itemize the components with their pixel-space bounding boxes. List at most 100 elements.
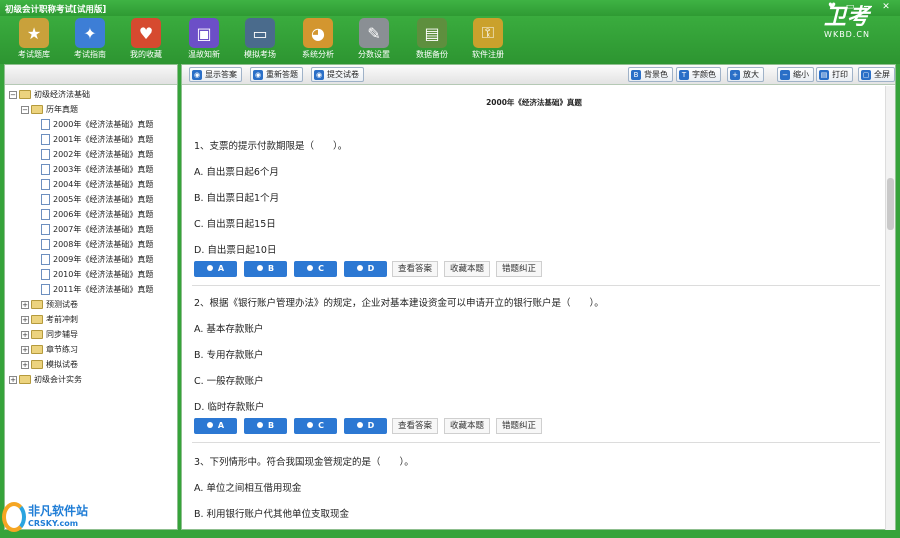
submit-button[interactable]: ◉ 提交试卷 xyxy=(311,67,364,82)
answer-option[interactable]: C. 自出票日起15日 xyxy=(194,216,276,230)
show-answer-button[interactable]: ◉ 显示答案 xyxy=(189,67,242,82)
answer-choice-button[interactable]: B xyxy=(244,418,287,434)
question-content: 2000年《经济法基础》真题 1、支票的提示付款期限是（ ）。 A. 自出票日起6… xyxy=(182,86,886,530)
tree-node[interactable]: 2008年《经济法基础》真题 xyxy=(41,237,153,252)
answer-option[interactable]: B. 利用银行账户代其他单位支取现金 xyxy=(194,506,349,520)
glyph: ⚿ xyxy=(481,23,495,42)
favorite-question-button[interactable]: 收藏本题 xyxy=(444,418,490,434)
toolbar-cubes-button[interactable]: ▣ 温故知新 xyxy=(176,18,232,60)
toolbar-pie-chart-button[interactable]: ◕ 系统分析 xyxy=(290,18,346,60)
tree-node[interactable]: 2001年《经济法基础》真题 xyxy=(41,132,153,147)
tree-node[interactable]: − 初级经济法基础 xyxy=(9,87,90,102)
toolbar-favorite-box-button[interactable]: ♥ 我的收藏 xyxy=(118,18,174,60)
answer-option[interactable]: B. 专用存款账户 xyxy=(194,347,264,361)
tree-node[interactable]: + 初级会计实务 xyxy=(9,372,82,387)
print-button[interactable]: ▤ 打印 xyxy=(816,67,853,82)
toolbar-compass-button[interactable]: ✦ 考试指南 xyxy=(62,18,118,60)
zoom-out-button[interactable]: − 缩小 xyxy=(777,67,814,82)
answer-choice-button[interactable]: B xyxy=(244,261,287,277)
tree-node[interactable]: + 考前冲刺 xyxy=(21,312,78,327)
brand-logo-text: 卫考 xyxy=(823,5,870,30)
brand-logo: 卫考 WKBD.CN xyxy=(823,5,870,40)
toolbar-button-label: 重新答题 xyxy=(266,70,298,79)
answer-choice-button[interactable]: C xyxy=(294,418,337,434)
toolbar-lock-button[interactable]: ⚿ 软件注册 xyxy=(460,18,516,60)
answer-option[interactable]: D. 自出票日起10日 xyxy=(194,242,276,256)
tree-node[interactable]: 2002年《经济法基础》真题 xyxy=(41,147,153,162)
tree-node[interactable]: 2005年《经济法基础》真题 xyxy=(41,192,153,207)
toolbar-button-label: 缩小 xyxy=(793,70,809,79)
tree-node[interactable]: 2007年《经济法基础》真题 xyxy=(41,222,153,237)
tree-expand-toggle[interactable]: + xyxy=(9,375,17,384)
tree-node[interactable]: 2003年《经济法基础》真题 xyxy=(41,162,153,177)
tree-node[interactable]: 2006年《经济法基础》真题 xyxy=(41,207,153,222)
tree-node[interactable]: − 历年真题 xyxy=(21,102,78,117)
tree-node[interactable]: + 章节练习 xyxy=(21,342,78,357)
report-error-button[interactable]: 错题纠正 xyxy=(496,418,542,434)
document-icon xyxy=(41,254,50,265)
toolbar-tools-button[interactable]: ✎ 分数设置 xyxy=(346,18,402,60)
tree-node[interactable]: 2011年《经济法基础》真题 xyxy=(41,282,153,297)
vertical-scrollbar[interactable] xyxy=(885,86,895,530)
toolbar-label: 考试指南 xyxy=(74,50,106,59)
answer-option[interactable]: C. 一般存款账户 xyxy=(194,373,264,387)
question-divider xyxy=(192,442,880,443)
tree-expand-toggle[interactable]: + xyxy=(21,345,29,354)
tree-node-label: 2010年《经济法基础》真题 xyxy=(53,270,154,279)
tree-node[interactable]: 2004年《经济法基础》真题 xyxy=(41,177,153,192)
show-answer-icon: ◉ xyxy=(192,69,202,80)
background-color-button[interactable]: B 背景色 xyxy=(628,67,673,82)
answer-option[interactable]: A. 自出票日起6个月 xyxy=(194,164,279,178)
tree-node-label: 2009年《经济法基础》真题 xyxy=(53,255,154,264)
font-color-button[interactable]: T 字颜色 xyxy=(676,67,721,82)
answer-option[interactable]: A. 单位之间相互借用现金 xyxy=(194,480,301,494)
toolbar-backup-drive-button[interactable]: ▤ 数据备份 xyxy=(404,18,460,60)
toolbar-label: 分数设置 xyxy=(358,50,390,59)
zoom-in-button[interactable]: + 放大 xyxy=(727,67,764,82)
answer-option[interactable]: B. 自出票日起1个月 xyxy=(194,190,279,204)
backup-drive-icon: ▤ xyxy=(417,18,447,48)
tree-node[interactable]: 2009年《经济法基础》真题 xyxy=(41,252,153,267)
answer-choice-button[interactable]: D xyxy=(344,261,387,277)
toolbar-button-label: 全屏 xyxy=(874,70,890,79)
zoom-in-icon: + xyxy=(730,69,740,80)
answer-choice-label: C xyxy=(318,264,324,273)
glyph: ✦ xyxy=(83,23,97,43)
radio-dot-icon xyxy=(307,422,314,428)
answer-choice-button[interactable]: A xyxy=(194,261,237,277)
tree-expand-toggle[interactable]: + xyxy=(21,315,29,324)
toolbar-monitor-user-button[interactable]: ▭ 模拟考场 xyxy=(232,18,288,60)
scrollbar-thumb[interactable] xyxy=(887,178,894,230)
fullscreen-button[interactable]: ▢ 全屏 xyxy=(858,67,895,82)
tree-expand-toggle[interactable]: + xyxy=(21,330,29,339)
toolbar-button-label: 显示答案 xyxy=(205,70,237,79)
answer-choice-button[interactable]: D xyxy=(344,418,387,434)
toolbar-book-button[interactable]: ★ 考试题库 xyxy=(6,18,62,60)
lock-icon: ⚿ xyxy=(473,18,503,48)
report-error-button[interactable]: 错题纠正 xyxy=(496,261,542,277)
answer-choice-label: D xyxy=(367,421,375,430)
close-button[interactable]: ✕ xyxy=(878,2,894,14)
answer-choice-button[interactable]: A xyxy=(194,418,237,434)
favorite-question-button[interactable]: 收藏本题 xyxy=(444,261,490,277)
tree-node[interactable]: + 预测试卷 xyxy=(21,297,78,312)
answer-option[interactable]: D. 临时存款账户 xyxy=(194,399,264,413)
answer-option[interactable]: A. 基本存款账户 xyxy=(194,321,263,335)
view-answer-button[interactable]: 查看答案 xyxy=(392,418,438,434)
glyph: ★ xyxy=(26,23,42,43)
answer-choice-label: D xyxy=(367,264,375,273)
redo-button[interactable]: ◉ 重新答题 xyxy=(250,67,303,82)
tree-node[interactable]: + 同步辅导 xyxy=(21,327,78,342)
tree-expand-toggle[interactable]: − xyxy=(9,90,17,99)
tree-expand-toggle[interactable]: + xyxy=(21,300,29,309)
font-color-icon: T xyxy=(679,69,689,80)
tree-node[interactable]: 2000年《经济法基础》真题 xyxy=(41,117,153,132)
view-answer-button[interactable]: 查看答案 xyxy=(392,261,438,277)
tree-node[interactable]: 2010年《经济法基础》真题 xyxy=(41,267,153,282)
tree-expand-toggle[interactable]: + xyxy=(21,360,29,369)
tree-expand-toggle[interactable]: − xyxy=(21,105,29,114)
tree-node-label: 考前冲刺 xyxy=(46,315,78,324)
tree-node[interactable]: + 模拟试卷 xyxy=(21,357,78,372)
tools-icon: ✎ xyxy=(359,18,389,48)
answer-choice-button[interactable]: C xyxy=(294,261,337,277)
